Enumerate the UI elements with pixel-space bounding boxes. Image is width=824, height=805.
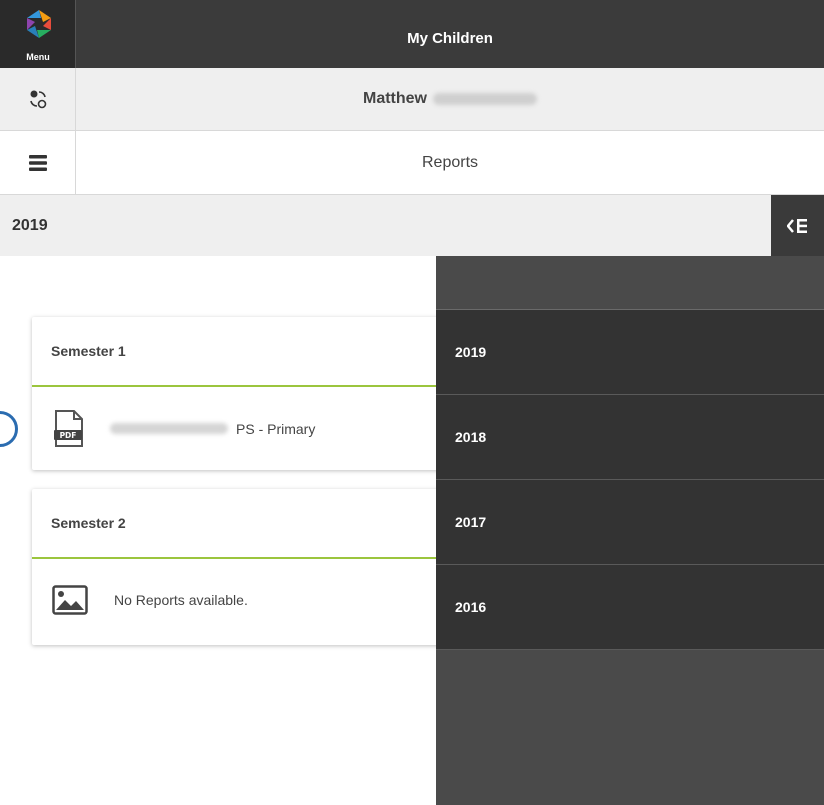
empty-report-item: No Reports available. bbox=[32, 559, 462, 641]
drawer-header bbox=[436, 256, 824, 310]
drawer-year-item[interactable]: 2017 bbox=[436, 480, 824, 565]
top-bar: Menu My Children bbox=[0, 0, 824, 68]
semester-title: Semester 1 bbox=[32, 317, 462, 387]
student-first-name: Matthew bbox=[363, 90, 427, 107]
redacted-filename bbox=[110, 423, 228, 434]
switch-student-button[interactable] bbox=[0, 68, 76, 130]
semester-card: Semester 1 PDF PS - Primary bbox=[32, 317, 462, 470]
drawer-toggle-icon bbox=[786, 218, 807, 233]
drawer-year-item[interactable]: 2018 bbox=[436, 395, 824, 480]
student-selector[interactable]: Matthew bbox=[0, 68, 824, 131]
selected-year: 2019 bbox=[12, 217, 48, 234]
pdf-file-icon: PDF bbox=[54, 409, 83, 447]
year-drawer-toggle[interactable] bbox=[771, 195, 824, 256]
section-title: Reports bbox=[421, 153, 479, 171]
svg-text:PDF: PDF bbox=[60, 431, 77, 440]
menu-label: Menu bbox=[26, 52, 50, 62]
report-item[interactable]: PDF PS - Primary bbox=[32, 387, 462, 470]
drawer-year-item[interactable]: 2019 bbox=[436, 310, 824, 395]
semester-card: Semester 2 No Reports available. bbox=[32, 489, 462, 645]
student-name: Matthew bbox=[363, 90, 537, 108]
hamburger-button[interactable] bbox=[0, 131, 76, 194]
menu-button[interactable]: Menu bbox=[0, 0, 76, 68]
year-bar: 2019 bbox=[0, 195, 824, 256]
offscreen-button[interactable] bbox=[0, 411, 18, 447]
no-reports-message: No Reports available. bbox=[114, 592, 248, 608]
image-placeholder-icon bbox=[52, 585, 88, 615]
page-title: My Children bbox=[407, 30, 493, 47]
section-header: Reports bbox=[0, 131, 824, 195]
year-drawer: 2019 2018 2017 2016 bbox=[436, 256, 824, 805]
redacted-surname bbox=[433, 93, 537, 105]
hamburger-icon bbox=[28, 154, 47, 171]
app-logo-icon bbox=[27, 10, 51, 38]
report-name-suffix: PS - Primary bbox=[236, 420, 316, 437]
drawer-year-item[interactable]: 2016 bbox=[436, 565, 824, 650]
semester-title: Semester 2 bbox=[32, 489, 462, 559]
switch-user-icon bbox=[29, 90, 46, 109]
